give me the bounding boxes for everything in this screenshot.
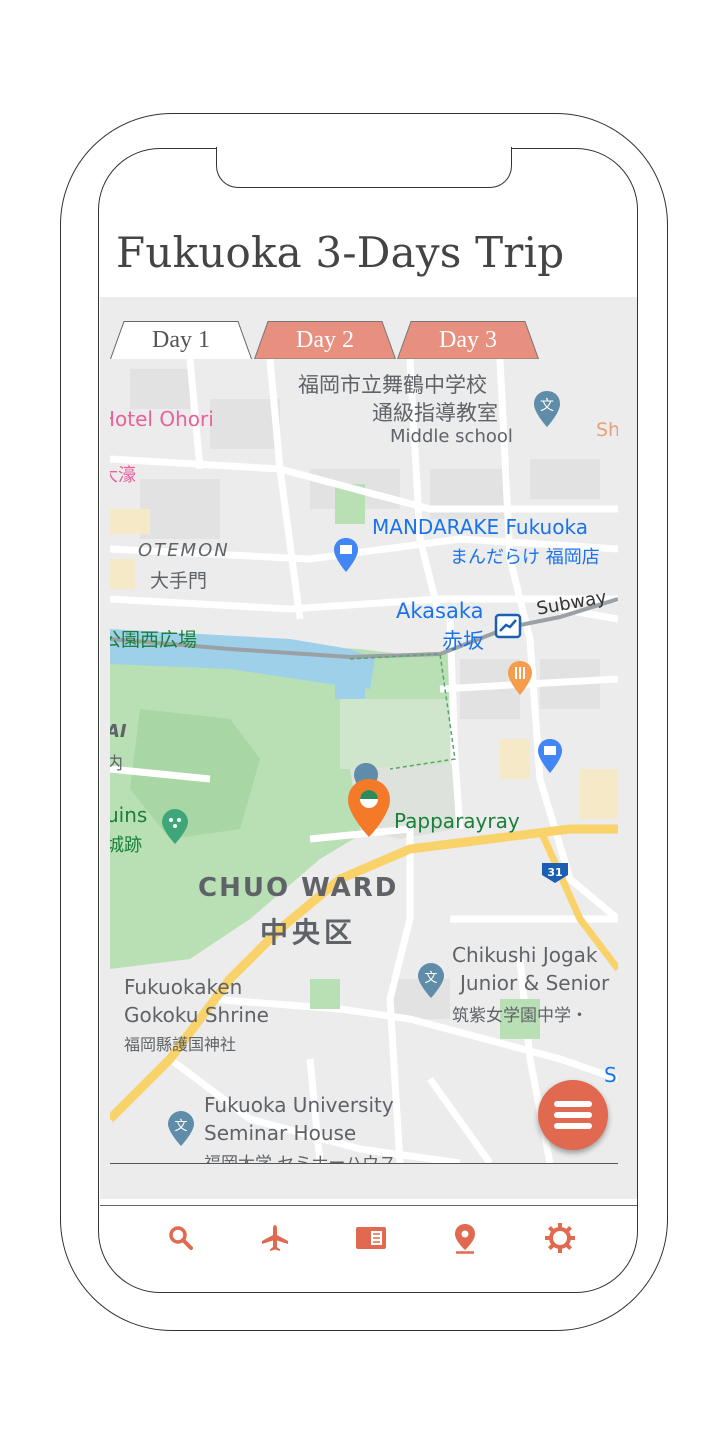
map-label-ward-jp: 中央区 — [260, 916, 357, 949]
map-label-chikushi-jp: 筑紫女学園中学・ — [452, 1006, 588, 1026]
map-label-ai: AI — [110, 721, 127, 742]
map-label-sh: Sh — [596, 419, 618, 441]
book-icon — [356, 1227, 386, 1249]
location-marker-icon[interactable] — [346, 777, 392, 839]
tab-day-1[interactable]: Day 1 — [110, 321, 252, 359]
page-title: Fukuoka 3-Days Trip — [116, 228, 565, 277]
map-label-chikushi2: Junior & Senior — [460, 971, 610, 995]
tab-day-3-label: Day 3 — [439, 326, 497, 353]
map-label-hotel-jp: 大濠 — [110, 465, 136, 486]
nav-divider — [100, 1205, 637, 1206]
phone-notch — [216, 147, 512, 188]
menu-icon-bar-3 — [554, 1123, 592, 1129]
map-label-univ2: Seminar House — [204, 1121, 357, 1145]
school-poi-icon[interactable]: 文 — [532, 389, 562, 429]
tab-day-3[interactable]: Day 3 — [397, 321, 539, 359]
menu-icon — [554, 1101, 592, 1107]
map-label-park-jp: 公園西広場 — [110, 629, 198, 651]
map-label-shrine1: Fukuokaken — [124, 975, 243, 999]
route-31-label: 31 — [547, 866, 562, 879]
map-label-univ1: Fukuoka University — [204, 1093, 394, 1117]
nav-settings-button[interactable] — [540, 1218, 580, 1258]
tab-day-2[interactable]: Day 2 — [254, 321, 396, 359]
nav-guide-button[interactable] — [351, 1218, 391, 1258]
school-poi-icon-3[interactable]: 文 — [416, 961, 446, 999]
map-label-ruins-jp: 城跡 — [110, 835, 142, 856]
map-label-school-en: Middle school — [390, 426, 513, 447]
nav-flights-button[interactable] — [255, 1218, 295, 1258]
map-label-papparayray: Papparayray — [394, 809, 520, 833]
map-label-school-jp1: 福岡市立舞鶴中学校 — [298, 373, 487, 397]
map-label-ruins: uins — [110, 803, 148, 827]
map-label-akasaka: Akasaka — [396, 599, 484, 623]
svg-text:文: 文 — [174, 1119, 187, 1134]
map-label-otemon-jp: 大手門 — [150, 570, 208, 592]
map-view[interactable]: 文 31 文 文 福岡市立舞鶴中学校 通級指導教室 Middle school … — [110, 359, 618, 1164]
school-poi-icon-4[interactable]: 文 — [166, 1109, 196, 1147]
map-label-ward: CHUO WARD — [198, 873, 399, 903]
day-tabs: Day 1 Day 2 Day 3 — [110, 321, 630, 359]
nav-map-button[interactable] — [445, 1218, 485, 1258]
map-label-univ-jp: 福岡大学 セミナーハウス — [204, 1154, 397, 1164]
gear-icon — [545, 1223, 575, 1253]
search-icon — [169, 1226, 193, 1250]
nav-search-button[interactable] — [161, 1218, 201, 1258]
restaurant-poi-icon[interactable] — [506, 659, 534, 697]
map-label-mandarake-jp: まんだらけ 福岡店 — [450, 547, 600, 568]
location-pin-icon — [455, 1224, 475, 1254]
map-label-shrine-jp: 福岡縣護国神社 — [124, 1035, 237, 1054]
tab-day-2-label: Day 2 — [296, 326, 354, 353]
shop-poi-icon[interactable] — [332, 536, 360, 574]
map-label-school-jp2: 通級指導教室 — [372, 401, 498, 425]
map-label-mandarake: MANDARAKE Fukuoka — [372, 515, 588, 539]
svg-text:文: 文 — [540, 398, 554, 414]
map-label-shrine2: Gokoku Shrine — [124, 1003, 269, 1027]
map-label-s-edge: S — [604, 1063, 617, 1087]
map-label-nai: 内 — [110, 749, 123, 774]
bottom-nav — [100, 1210, 637, 1270]
tab-day-1-label: Day 1 — [152, 326, 210, 353]
svg-text:文: 文 — [424, 971, 437, 986]
menu-fab-button[interactable] — [538, 1080, 608, 1150]
map-label-otemon: OTEMON — [138, 540, 230, 561]
menu-icon-bar-2 — [554, 1112, 592, 1118]
route-31-shield: 31 — [542, 863, 568, 883]
airplane-icon — [262, 1225, 288, 1251]
subway-station-icon[interactable] — [494, 613, 524, 641]
shop-poi-icon-2[interactable] — [536, 737, 564, 775]
map-label-akasaka-jp: 赤坂 — [442, 629, 484, 653]
map-label-hotel: Hotel Ohori — [110, 407, 214, 431]
park-poi-icon[interactable] — [160, 807, 190, 845]
map-label-chikushi1: Chikushi Jogak — [452, 943, 598, 967]
